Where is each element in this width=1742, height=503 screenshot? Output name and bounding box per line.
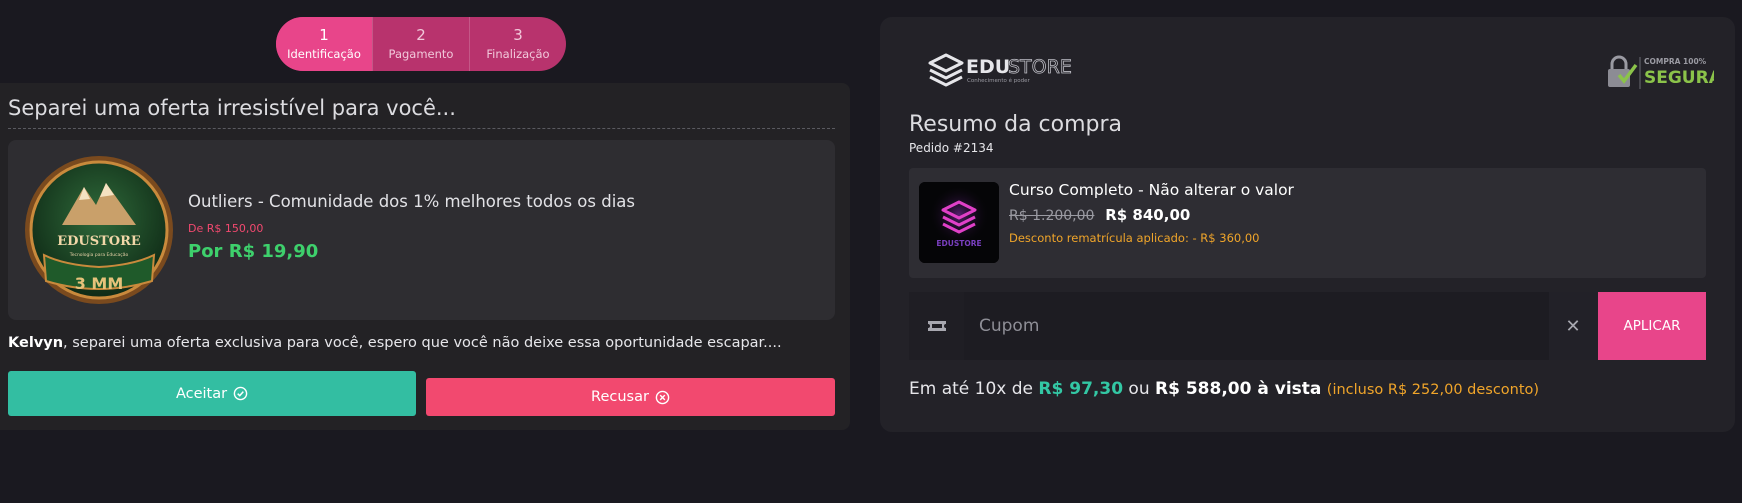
- offer-card: EDUSTORE Tecnologia para Educação 3 MM O…: [8, 140, 835, 320]
- badge-brand-text: EDUSTORE: [57, 234, 141, 249]
- offer-new-price: Por R$ 19,90: [188, 241, 319, 262]
- summary-title: Resumo da compra: [909, 112, 1123, 137]
- step-finalizacao[interactable]: 3 Finalização: [469, 17, 566, 71]
- checkout-stepper: 1 Identificação 2 Pagamento 3 Finalizaçã…: [276, 17, 566, 71]
- product-new-price: R$ 840,00: [1105, 206, 1191, 224]
- apply-coupon-button[interactable]: APLICAR: [1598, 292, 1706, 360]
- logo-text-store: STORE: [1008, 56, 1072, 78]
- secure-line1: COMPRA 100%: [1644, 57, 1707, 66]
- secure-purchase-badge: COMPRA 100% SEGURA: [1604, 53, 1723, 93]
- check-circle-icon: [233, 386, 248, 401]
- product-old-price: R$ 1.200,00: [1009, 208, 1095, 224]
- offer-product-name: Outliers - Comunidade dos 1% melhores to…: [188, 192, 635, 211]
- installments-middle: ou: [1123, 379, 1156, 399]
- upsell-offer-panel: Separei uma oferta irresistível para voc…: [0, 83, 850, 430]
- step-number: 1: [319, 26, 329, 44]
- cash-value: R$ 588,00 à vista: [1155, 379, 1322, 399]
- step-label: Pagamento: [388, 47, 454, 61]
- refuse-label: Recusar: [591, 389, 649, 405]
- step-pagamento[interactable]: 2 Pagamento: [372, 17, 469, 71]
- offer-message: Kelvyn, separei uma oferta exclusiva par…: [8, 335, 782, 351]
- order-number: Pedido #2134: [909, 141, 994, 155]
- close-icon: ✕: [1565, 315, 1581, 337]
- cart-product-card: EDUSTORE Curso Completo - Não alterar o …: [909, 168, 1706, 278]
- accept-offer-button[interactable]: Aceitar: [8, 371, 416, 416]
- step-label: Identificação: [287, 47, 361, 61]
- step-number: 2: [416, 26, 426, 44]
- edustore-logo: EDU STORE Conhecimento é poder: [926, 47, 1076, 93]
- offer-message-text: , separei uma oferta exclusiva para você…: [63, 335, 782, 351]
- logo-text-edu: EDU: [966, 56, 1010, 78]
- step-label: Finalização: [486, 47, 550, 61]
- logo-tagline: Conhecimento é poder: [967, 77, 1030, 84]
- installments-prefix: Em até 10x de: [909, 379, 1039, 399]
- thumb-brand-text: EDUSTORE: [936, 239, 981, 248]
- badge-caption-text: Tecnologia para Educação: [69, 252, 129, 258]
- accept-label: Aceitar: [175, 385, 228, 402]
- step-number: 3: [513, 26, 523, 44]
- coupon-row: ✕ APLICAR: [909, 292, 1706, 360]
- discount-applied-text: Desconto rematrícula aplicado: - R$ 360,…: [1009, 231, 1260, 245]
- user-name: Kelvyn: [8, 335, 64, 351]
- product-price-row: R$ 1.200,00 R$ 840,00: [1009, 206, 1190, 224]
- step-identificacao[interactable]: 1 Identificação: [276, 17, 372, 71]
- discount-note: (incluso R$ 252,00 desconto): [1326, 382, 1540, 398]
- order-summary-panel: EDU STORE Conhecimento é poder COMPRA 10…: [880, 17, 1735, 432]
- ticket-icon: [909, 292, 964, 360]
- badge-label-text: 3 MM: [75, 274, 124, 293]
- payment-installments: Em até 10x de R$ 97,30 ou R$ 588,00 à vi…: [909, 379, 1539, 399]
- close-circle-icon: [655, 390, 670, 404]
- coupon-input[interactable]: [964, 292, 1549, 360]
- installment-value: R$ 97,30: [1038, 379, 1124, 399]
- product-thumbnail: EDUSTORE: [919, 182, 999, 263]
- refuse-offer-button[interactable]: Recusar: [426, 378, 835, 416]
- clear-coupon-button[interactable]: ✕: [1549, 292, 1597, 360]
- secure-line2: SEGURA: [1644, 68, 1714, 88]
- product-name: Curso Completo - Não alterar o valor: [1009, 181, 1294, 199]
- offer-old-price: De R$ 150,00: [188, 222, 264, 235]
- offer-heading: Separei uma oferta irresistível para voc…: [8, 96, 835, 129]
- offer-badge-image: EDUSTORE Tecnologia para Educação 3 MM: [24, 155, 174, 305]
